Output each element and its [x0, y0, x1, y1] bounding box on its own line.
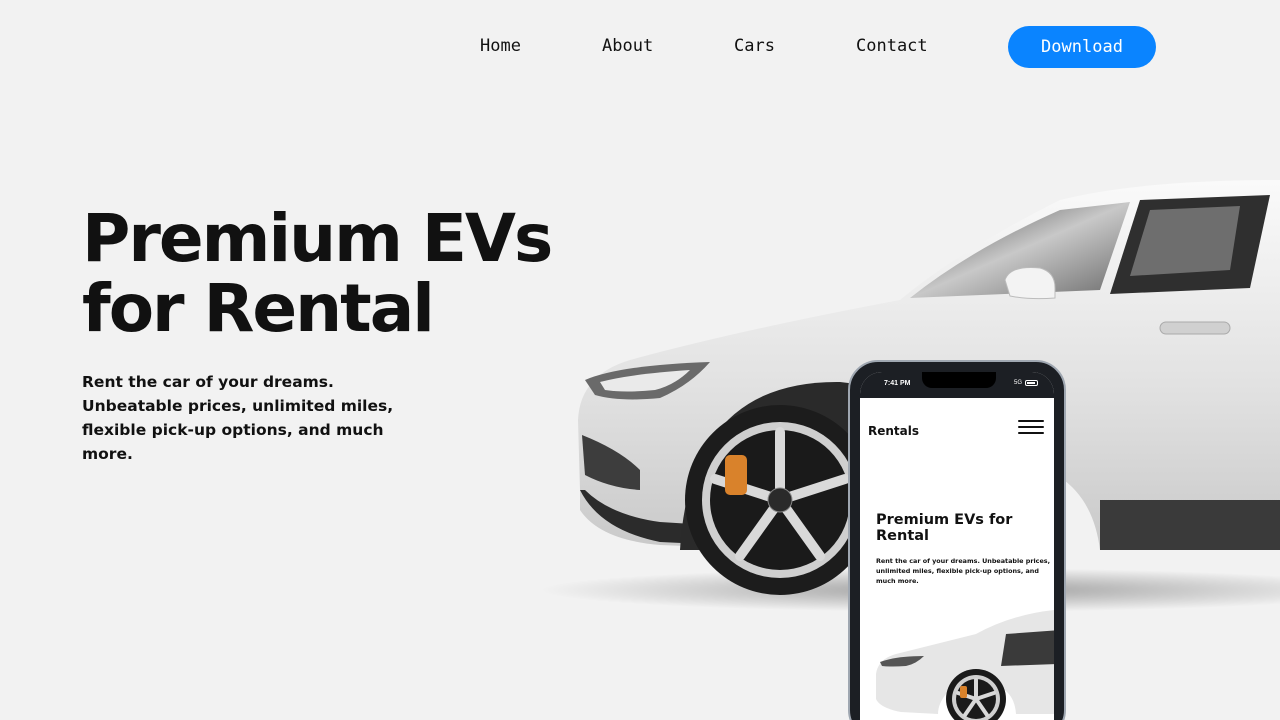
signal-label: 5G	[1013, 380, 1022, 386]
download-button[interactable]: Download	[1008, 26, 1156, 68]
nav-link-contact[interactable]: Contact	[856, 36, 928, 56]
phone-brand: Rentals	[868, 424, 920, 438]
phone-status-bar: 7:41 PM 5G	[860, 372, 1054, 398]
phone-notch	[922, 372, 996, 388]
phone-status-time: 7:41 PM	[884, 380, 911, 387]
phone-mockup: 7:41 PM 5G Rentals Premium EVs for Renta…	[848, 360, 1066, 720]
hamburger-menu-icon[interactable]	[1018, 420, 1044, 436]
phone-hero-title: Premium EVs for Rental	[876, 512, 1013, 544]
battery-icon	[1025, 380, 1038, 386]
nav-link-cars[interactable]: Cars	[734, 36, 775, 56]
hero-title: Premium EVs for Rental	[82, 200, 553, 347]
nav-link-home[interactable]: Home	[480, 36, 521, 56]
phone-screen: 7:41 PM 5G Rentals Premium EVs for Renta…	[860, 372, 1054, 720]
hero-subtitle: Rent the car of your dreams. Unbeatable …	[82, 373, 394, 463]
top-nav: Home About Cars Contact Download	[0, 26, 1280, 68]
nav-link-about[interactable]: About	[602, 36, 653, 56]
phone-status-right: 5G	[1014, 380, 1038, 386]
phone-car-image	[876, 610, 1054, 720]
phone-hero-subtitle: Rent the car of your dreams. Unbeatable …	[876, 557, 1051, 585]
